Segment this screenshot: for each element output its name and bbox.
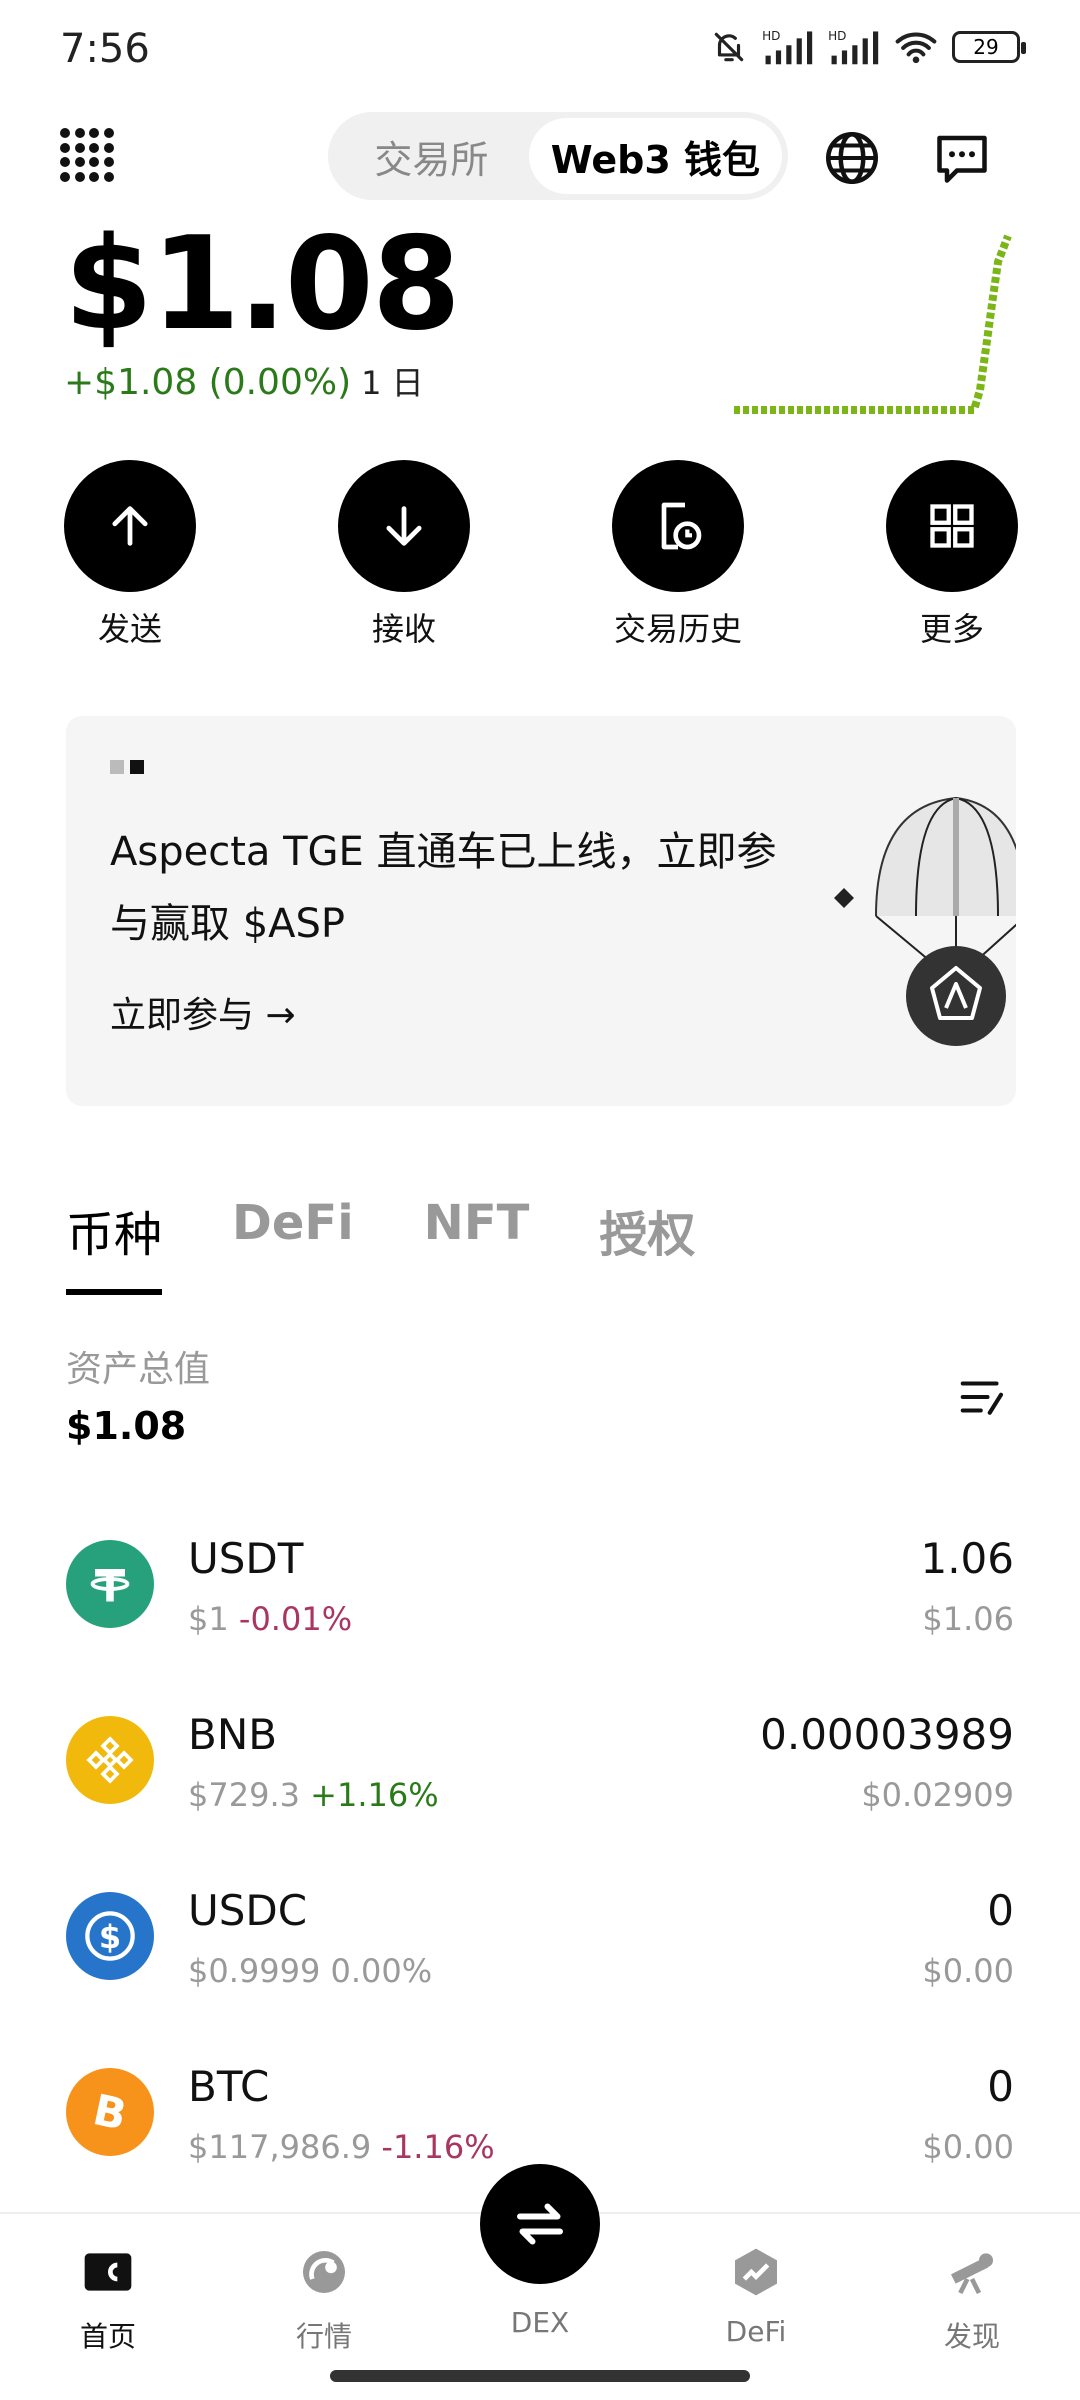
nav-dex-label: DEX — [510, 2306, 570, 2339]
usdc-coin-icon: $ — [66, 1892, 154, 1980]
usdt-coin-icon — [66, 1540, 154, 1628]
send-label: 发送 — [97, 610, 162, 648]
history-button[interactable]: 交易历史 — [608, 460, 748, 650]
total-assets-value: $1.08 — [66, 1404, 187, 1448]
more-label: 更多 — [919, 610, 984, 648]
asset-price-line: $117,986.9 -1.16% — [188, 2128, 495, 2166]
asset-symbol: USDC — [188, 1886, 308, 1935]
wifi-icon — [895, 32, 937, 64]
asset-symbol: USDT — [188, 1534, 304, 1583]
asset-price-line: $729.3 +1.16% — [188, 1776, 439, 1814]
nav-defi[interactable]: DeFi — [696, 2244, 816, 2348]
asset-amount: 0 — [987, 2062, 1014, 2111]
asset-value: $0.00 — [922, 1952, 1014, 1990]
promo-banner[interactable]: Aspecta TGE 直通车已上线，立即参与赢取 $ASP 立即参与 → — [66, 716, 1016, 1106]
svg-text:$: $ — [99, 1918, 121, 1956]
apps-grid-icon[interactable] — [60, 128, 114, 182]
asset-price-line: $0.9999 0.00% — [188, 1952, 432, 1990]
banner-text: Aspecta TGE 直通车已上线，立即参与赢取 $ASP — [110, 829, 777, 947]
asset-change: -0.01% — [238, 1600, 353, 1638]
tab-tokens[interactable]: 币种 — [66, 1195, 163, 1295]
nav-home-label: 首页 — [79, 2320, 136, 2353]
banner-cta-link[interactable]: 立即参与 → — [110, 986, 296, 1038]
message-icon[interactable] — [932, 128, 992, 188]
asset-row-usdt[interactable]: USDT $1 -0.01% 1.06 $1.06 — [0, 1500, 1080, 1676]
svg-text:HD: HD — [762, 29, 780, 43]
asset-amount: 0 — [987, 1886, 1014, 1935]
nav-market-label: 行情 — [295, 2320, 352, 2353]
status-time: 7:56 — [60, 26, 150, 72]
asset-value: $1.06 — [922, 1600, 1014, 1638]
grid-icon — [886, 460, 1018, 592]
arrow-up-icon — [64, 460, 196, 592]
asset-change: 0.00% — [330, 1952, 433, 1990]
nav-discover[interactable]: 发现 — [912, 2244, 1032, 2355]
send-button[interactable]: 发送 — [60, 460, 200, 650]
pnl-change: +$1.08 (0.00%) 1 日 — [64, 358, 424, 404]
receive-button[interactable]: 接收 — [334, 460, 474, 650]
asset-value: $0.00 — [922, 2128, 1014, 2166]
asset-change: +1.16% — [310, 1776, 439, 1814]
banner-pagination — [110, 760, 144, 774]
globe-icon[interactable] — [822, 128, 882, 188]
asset-price: $0.9999 — [188, 1952, 321, 1990]
total-assets-label: 资产总值 — [66, 1349, 211, 1390]
tab-exchange[interactable]: 交易所 — [334, 118, 529, 194]
receive-label: 接收 — [371, 610, 436, 648]
pnl-value: +$1.08 (0.00%) — [64, 362, 352, 403]
market-icon — [303, 2251, 345, 2293]
mode-switch: 交易所 Web3 钱包 — [328, 112, 788, 200]
more-button[interactable]: 更多 — [882, 460, 1022, 650]
asset-symbol: BTC — [188, 2062, 270, 2111]
nav-defi-label: DeFi — [725, 2315, 787, 2348]
parachute-airdrop-icon — [834, 796, 1016, 1046]
asset-amount: 1.06 — [920, 1534, 1014, 1583]
asset-change: -1.16% — [381, 2128, 495, 2166]
home-indicator[interactable] — [330, 2370, 750, 2382]
history-document-icon — [612, 460, 744, 592]
wallet-icon — [84, 2253, 132, 2291]
mute-bell-icon — [714, 32, 744, 62]
asset-row-bnb[interactable]: BNB $729.3 +1.16% 0.00003989 $0.02909 — [0, 1676, 1080, 1852]
swap-icon — [517, 2203, 563, 2245]
status-bar: 7:56 HD HD 29 — [0, 0, 1080, 100]
asset-tabs: 币种 DeFi NFT 授权 — [66, 1195, 695, 1295]
status-icons: HD HD 29 — [710, 28, 1026, 66]
asset-value: $0.02909 — [861, 1776, 1014, 1814]
asset-price: $729.3 — [188, 1776, 300, 1814]
tab-defi[interactable]: DeFi — [232, 1195, 354, 1295]
tab-nft[interactable]: NFT — [424, 1195, 530, 1295]
nav-home[interactable]: 首页 — [48, 2244, 168, 2355]
arrow-down-icon — [338, 460, 470, 592]
signal-icon: HD — [762, 29, 813, 65]
action-bar: 发送 接收 交易历史 更多 — [0, 460, 1080, 660]
tab-web3-wallet[interactable]: Web3 钱包 — [528, 118, 782, 194]
pnl-period: 1 日 — [361, 364, 424, 402]
total-balance: $1.08 — [64, 210, 461, 359]
balance-sparkline — [734, 234, 1012, 414]
btc-coin-icon: B — [66, 2068, 154, 2156]
asset-row-usdc[interactable]: $ USDC $0.9999 0.00% 0 $0.00 — [0, 1852, 1080, 2028]
header: 交易所 Web3 钱包 — [0, 110, 1080, 200]
asset-amount: 0.00003989 — [760, 1710, 1014, 1759]
svg-text:HD: HD — [828, 29, 846, 43]
signal-icon: HD — [828, 29, 879, 65]
battery-icon: 29 — [952, 31, 1026, 63]
asset-symbol: BNB — [188, 1710, 278, 1759]
dex-button[interactable] — [480, 2164, 600, 2284]
bnb-coin-icon — [66, 1716, 154, 1804]
telescope-icon — [951, 2253, 993, 2295]
asset-price: $1 — [188, 1600, 229, 1638]
nav-discover-label: 发现 — [943, 2320, 1000, 2353]
sort-filter-icon[interactable] — [956, 1370, 1010, 1424]
svg-text:B: B — [89, 2086, 131, 2141]
defi-hexagon-icon — [735, 2248, 777, 2296]
asset-list: USDT $1 -0.01% 1.06 $1.06 BNB $729.3 +1.… — [0, 1500, 1080, 2204]
asset-price: $117,986.9 — [188, 2128, 372, 2166]
history-label: 交易历史 — [613, 610, 742, 648]
nav-market[interactable]: 行情 — [264, 2244, 384, 2355]
tab-approvals[interactable]: 授权 — [599, 1195, 695, 1295]
asset-price-line: $1 -0.01% — [188, 1600, 352, 1638]
